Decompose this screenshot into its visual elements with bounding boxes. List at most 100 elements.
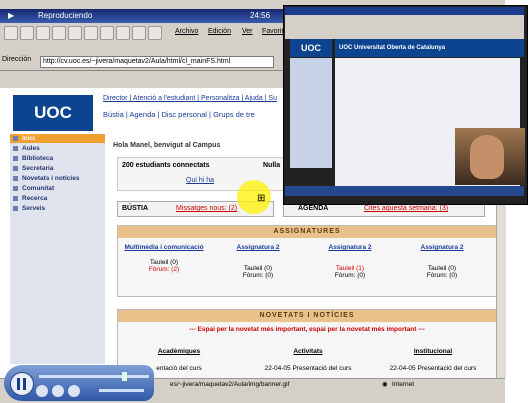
status-path: es/~jivera/maquetav2/Aula/img/banner.gif bbox=[170, 381, 290, 388]
novetats-col-title[interactable]: Acadèmiques bbox=[124, 348, 234, 355]
bullet-icon bbox=[13, 186, 18, 191]
sidebar-item-serveis[interactable]: Serveis bbox=[10, 204, 105, 213]
status-zone: Internet bbox=[392, 381, 415, 388]
inset-sidebar bbox=[290, 58, 332, 168]
address-input[interactable]: http://cv.uoc.es/~jivera/maquetav2/Aula/… bbox=[40, 56, 274, 68]
bullet-icon bbox=[13, 176, 18, 181]
cursor-icon: ⊞ bbox=[257, 193, 266, 204]
assignatura-col: Assignatura 2 Tauleil (1) Fòrum: (0) bbox=[310, 244, 390, 279]
top-links[interactable]: Director | Atenció a l'estudiant | Perso… bbox=[103, 95, 277, 102]
connected-label: 200 estudiants connectats bbox=[122, 162, 210, 169]
forum-count[interactable]: Fòrum: (0) bbox=[402, 272, 482, 279]
pause-icon bbox=[17, 378, 20, 390]
cursor-highlight bbox=[237, 180, 271, 214]
sidebar-item-secretaria[interactable]: Secretaria bbox=[10, 164, 105, 173]
clock: 24:56 bbox=[250, 11, 271, 20]
novetats-col: Activitats 22-04-05 Presentació del curs bbox=[248, 348, 368, 372]
globe-icon: ◉ bbox=[382, 381, 388, 388]
inset-title-bar bbox=[285, 7, 524, 15]
sidebar-item-comunitat[interactable]: Comunitat bbox=[10, 184, 105, 193]
sidebar-item-recerca[interactable]: Recerca bbox=[10, 194, 105, 203]
assignatura-name[interactable]: Assignatura 2 bbox=[402, 244, 482, 251]
next-button[interactable] bbox=[68, 385, 80, 397]
top-links-secondary[interactable]: Bústia | Agenda | Disc personal | Grups … bbox=[103, 110, 255, 119]
assignatures-title: ASSIGNATURES bbox=[118, 226, 496, 238]
forum-count[interactable]: Fòrum: (0) bbox=[218, 272, 298, 279]
menu-archivo[interactable]: Archivo bbox=[175, 28, 198, 35]
tauleil-count: Tauleil (0) bbox=[243, 265, 273, 272]
seek-handle[interactable] bbox=[122, 372, 127, 381]
inset-header: UOC Universitat Oberta de Catalunya bbox=[335, 39, 524, 57]
uoc-logo[interactable]: UOC bbox=[13, 95, 93, 131]
novetats-subtitle: --- Espai per la novetat més important, … bbox=[189, 326, 425, 333]
assignatura-col: Multimèdia i comunicació Tauleil (0) Fòr… bbox=[124, 244, 204, 273]
assignatura-name[interactable]: Multimèdia i comunicació bbox=[124, 244, 204, 251]
volume-slider[interactable] bbox=[99, 389, 144, 392]
forward-icon[interactable] bbox=[20, 26, 34, 40]
bustia-label: BÚSTIA bbox=[122, 205, 149, 212]
assignatura-name[interactable]: Assignatura 2 bbox=[310, 244, 390, 251]
mail-icon[interactable] bbox=[132, 26, 146, 40]
novetats-col: Institucional 22-04-05 Presentació del c… bbox=[373, 348, 493, 372]
pause-button[interactable] bbox=[10, 372, 34, 396]
sidebar-item-label: Comunitat bbox=[22, 185, 55, 192]
favorites-icon[interactable] bbox=[100, 26, 114, 40]
sidebar-item-label: Biblioteca bbox=[22, 155, 54, 162]
stop-icon[interactable] bbox=[36, 26, 50, 40]
logo-text: UOC bbox=[34, 103, 72, 122]
novetats-item[interactable]: 22-04-05 Presentació del curs bbox=[248, 365, 368, 372]
who-link[interactable]: Qui hi ha bbox=[186, 177, 214, 184]
sidebar: Inici Aules Biblioteca Secretaria Noveta… bbox=[10, 134, 105, 364]
sidebar-item-biblioteca[interactable]: Biblioteca bbox=[10, 154, 105, 163]
sidebar-item-label: Novetats i notícies bbox=[22, 175, 80, 182]
tauleil-count: Tauleil (0) bbox=[427, 265, 457, 272]
novetats-title: NOVETATS I NOTÍCIES bbox=[118, 310, 496, 322]
forum-count[interactable]: Fòrum: (2) bbox=[124, 266, 204, 273]
media-player-controls bbox=[4, 365, 154, 401]
tauleil-count[interactable]: Tauleil (1) bbox=[310, 265, 390, 272]
connected-right: Nulla bbox=[263, 162, 281, 169]
sidebar-item-novetats[interactable]: Novetats i notícies bbox=[10, 174, 105, 183]
stop-button[interactable] bbox=[36, 385, 48, 397]
pause-icon bbox=[23, 378, 26, 390]
previous-button[interactable] bbox=[52, 385, 64, 397]
sidebar-item-label: Secretaria bbox=[22, 165, 54, 172]
address-label: Dirección bbox=[2, 56, 32, 63]
presenter-face bbox=[470, 135, 504, 179]
menu-edicion[interactable]: Edición bbox=[208, 28, 231, 35]
search-icon[interactable] bbox=[84, 26, 98, 40]
bullet-icon bbox=[13, 156, 18, 161]
sidebar-item-label: Serveis bbox=[22, 205, 46, 212]
print-icon[interactable] bbox=[148, 26, 162, 40]
back-icon[interactable] bbox=[4, 26, 18, 40]
refresh-icon[interactable] bbox=[52, 26, 66, 40]
bullet-icon bbox=[13, 136, 18, 141]
sidebar-item-inici[interactable]: Inici bbox=[10, 134, 105, 143]
novetats-col-title[interactable]: Activitats bbox=[248, 348, 368, 355]
forum-count[interactable]: Fòrum: (0) bbox=[310, 272, 390, 279]
assignatures-panel: ASSIGNATURES Multimèdia i comunicació Ta… bbox=[117, 225, 497, 297]
greeting: Hola Manel, benvigut al Campus bbox=[113, 142, 221, 149]
bullet-icon bbox=[13, 196, 18, 201]
bullet-icon bbox=[13, 146, 18, 151]
seek-bar[interactable] bbox=[39, 375, 149, 378]
novetats-item[interactable]: 22-04-05 Presentació del curs bbox=[373, 365, 493, 372]
assignatura-col: Assignatura 2 Tauleil (0) Fòrum: (0) bbox=[218, 244, 298, 279]
inset-taskbar bbox=[285, 186, 524, 196]
bullet-icon bbox=[13, 206, 18, 211]
assignatura-name[interactable]: Assignatura 2 bbox=[218, 244, 298, 251]
assignatura-col: Assignatura 2 Tauleil (0) Fòrum: (0) bbox=[402, 244, 482, 279]
novetats-panel: NOVETATS I NOTÍCIES --- Espai per la nov… bbox=[117, 309, 497, 381]
bustia-link[interactable]: Missatges nous: (2) bbox=[176, 202, 237, 216]
novetats-col-title[interactable]: Institucional bbox=[373, 348, 493, 355]
home-icon[interactable] bbox=[68, 26, 82, 40]
sidebar-item-aules[interactable]: Aules bbox=[10, 144, 105, 153]
sidebar-item-label: Recerca bbox=[22, 195, 48, 202]
sidebar-item-label: Inici bbox=[22, 135, 36, 142]
window-title: Reproduciendo bbox=[38, 11, 93, 20]
bullet-icon bbox=[13, 166, 18, 171]
history-icon[interactable] bbox=[116, 26, 130, 40]
play-icon: ▶ bbox=[8, 11, 15, 20]
menu-ver[interactable]: Ver bbox=[242, 28, 253, 35]
inset-uoc-logo: UOC bbox=[290, 39, 332, 57]
